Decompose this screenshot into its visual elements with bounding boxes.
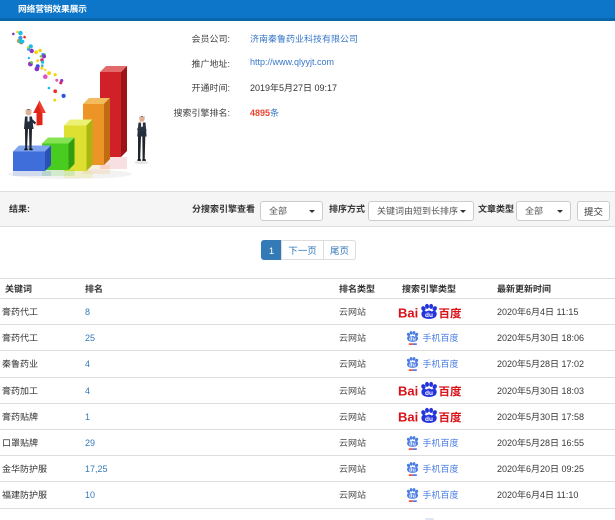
svg-text:du: du bbox=[409, 466, 416, 474]
svg-text:Bai: Bai bbox=[398, 381, 418, 399]
svg-text:du: du bbox=[409, 440, 416, 448]
svg-text:百度: 百度 bbox=[439, 410, 462, 426]
svg-text:Bai: Bai bbox=[398, 407, 418, 425]
svg-text:手机百度: 手机百度 bbox=[423, 436, 459, 449]
svg-text:手机百度: 手机百度 bbox=[423, 357, 459, 370]
svg-text:du: du bbox=[425, 309, 433, 319]
svg-text:百度: 百度 bbox=[439, 383, 462, 399]
svg-text:du: du bbox=[409, 335, 416, 343]
svg-text:du: du bbox=[425, 414, 433, 424]
svg-text:百度: 百度 bbox=[439, 305, 462, 321]
svg-text:手机百度: 手机百度 bbox=[423, 331, 459, 344]
svg-text:du: du bbox=[409, 361, 416, 369]
svg-text:Bai: Bai bbox=[398, 303, 418, 321]
svg-text:手机百度: 手机百度 bbox=[423, 462, 459, 475]
svg-text:手机百度: 手机百度 bbox=[423, 488, 459, 501]
svg-text:du: du bbox=[425, 387, 433, 397]
svg-text:du: du bbox=[409, 492, 416, 500]
